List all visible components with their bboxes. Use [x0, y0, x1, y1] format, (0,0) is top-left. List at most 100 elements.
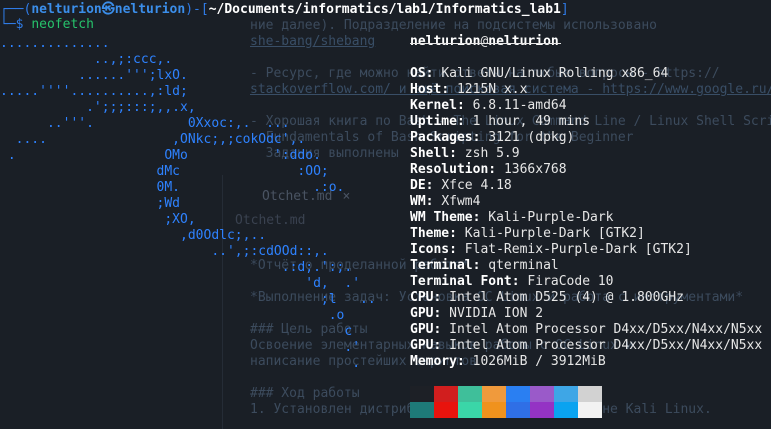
info-value: Kali GNU/Linux Rolling x86_64 [441, 66, 669, 81]
info-key: GPU [410, 338, 434, 353]
info-value: Flat-Remix-Purple-Dark [GTK2] [464, 242, 692, 257]
info-colon: : [472, 258, 489, 273]
logo-line: ;l .. [0, 292, 376, 307]
logo-line: ;XO, [0, 212, 196, 227]
info-row: Packages: 3121 (dpkg) [410, 130, 574, 146]
logo-line: dMc :OO; [0, 164, 329, 179]
info-row: WM: Xfwm4 [410, 194, 480, 210]
info-colon: : [449, 146, 465, 161]
info-row: Kernel: 6.8.11-amd64 [410, 98, 567, 114]
info-key: Icons [410, 242, 450, 257]
logo-line: .:d;.':;. [0, 260, 353, 275]
info-key: GPU [410, 322, 434, 337]
info-value: NVIDIA ION 2 [449, 306, 544, 321]
info-colon: : [472, 210, 489, 225]
palette-swatch [482, 386, 506, 402]
info-key: Terminal [410, 258, 473, 273]
prompt-arrow: └─$ [0, 17, 32, 32]
prompt-user: nelturion㉿nelturion [31, 2, 186, 17]
info-value: 1026MiB / 3912MiB [472, 354, 606, 369]
background-text-line: ние далее). Подразделение на подсистемы … [250, 18, 657, 33]
info-key: Shell [410, 146, 450, 161]
logo-line: .';;;:::;,,.x, [0, 100, 196, 115]
info-key: Kernel [410, 98, 457, 113]
info-value: 6.8.11-amd64 [472, 98, 567, 113]
logo-line: .o [0, 308, 345, 323]
palette-swatch [530, 402, 554, 418]
info-row: Terminal: qterminal [410, 258, 559, 274]
color-palette [410, 386, 602, 418]
editor-file-label: Otchet.md [235, 213, 306, 228]
info-colon: : [456, 354, 473, 369]
palette-swatch [578, 386, 602, 402]
info-host: nelturion [488, 34, 559, 49]
info-key: CPU [410, 290, 434, 305]
logo-line: 0M. .:o. [0, 180, 345, 195]
info-colon: : [511, 274, 528, 289]
logo-line: ..,;:ccc,. [0, 52, 173, 67]
palette-swatch [554, 402, 578, 418]
info-value: Xfce 4.18 [441, 178, 512, 193]
info-colon: : [472, 130, 489, 145]
info-value: Kali-Purple-Dark [488, 210, 614, 225]
info-user: nelturion [410, 34, 481, 49]
info-title: nelturion@nelturion [410, 34, 559, 50]
info-row: CPU: Intel Atom D525 (4) @ 1.800GHz [410, 290, 684, 306]
info-value: Intel Atom D525 (4) @ 1.800GHz [449, 290, 684, 305]
logo-line: .....''''..........,:ld; [0, 84, 188, 99]
logo-line: ..',;:cdOOd::,. [0, 244, 329, 259]
palette-swatch [554, 386, 578, 402]
info-colon: : [449, 226, 465, 241]
info-key: OS [410, 66, 426, 81]
logo-line: 'd, .' [0, 276, 361, 291]
info-row: Memory: 1026MiB / 3912MiB [410, 354, 606, 370]
info-colon: : [433, 322, 450, 337]
palette-swatch [578, 402, 602, 418]
palette-swatch [506, 402, 530, 418]
prompt-mid: )-[ [185, 2, 209, 17]
info-row: WM Theme: Kali-Purple-Dark [410, 210, 614, 226]
command-text: neofetch [31, 17, 94, 32]
palette-swatch [434, 386, 458, 402]
info-key: Resolution [410, 162, 489, 177]
command-line[interactable]: └─$ neofetch [0, 17, 94, 33]
info-key: Host [410, 82, 442, 97]
logo-line: ,d0Odlc;,.. [0, 228, 267, 243]
info-colon: : [449, 242, 465, 257]
prompt-path: ~/Documents/informatics/lab1/Informatics… [208, 2, 561, 17]
info-value: qterminal [488, 258, 559, 273]
palette-swatch [410, 402, 434, 418]
info-row: Theme: Kali-Purple-Dark [GTK2] [410, 226, 645, 242]
info-key: Theme [410, 226, 450, 241]
info-value: Kali-Purple-Dark [GTK2] [464, 226, 645, 241]
palette-swatch [410, 386, 434, 402]
info-row: Resolution: 1366x768 [410, 162, 567, 178]
logo-line: .' [0, 340, 361, 355]
info-row: Host: 1215N x.x [410, 82, 527, 98]
info-key: Terminal Font [410, 274, 512, 289]
logo-line: . OMo ':ddo. [0, 148, 321, 163]
palette-swatch [458, 386, 482, 402]
info-key: DE [410, 178, 426, 193]
info-row: OS: Kali GNU/Linux Rolling x86_64 [410, 66, 668, 82]
info-row: GPU: Intel Atom Processor D4xx/D5xx/N4xx… [410, 338, 762, 354]
info-row: GPU: NVIDIA ION 2 [410, 306, 543, 322]
info-colon: : [433, 306, 450, 321]
info-value: Xfwm4 [441, 194, 481, 209]
info-value: 1 hour, 49 mins [472, 114, 591, 129]
prompt-line: ┌──(nelturion㉿nelturion)-[~/Documents/in… [0, 2, 569, 18]
info-row: Uptime: 1 hour, 49 mins [410, 114, 590, 130]
info-colon: : [433, 338, 450, 353]
logo-line: ;Wd [0, 196, 181, 211]
info-key: WM [410, 194, 426, 209]
info-colon: : [441, 82, 457, 97]
palette-swatch [482, 402, 506, 418]
info-value: Intel Atom Processor D4xx/D5xx/N4xx/N5xx [449, 338, 763, 353]
info-key: WM Theme [410, 210, 473, 225]
info-key: Uptime [410, 114, 457, 129]
info-value: Intel Atom Processor D4xx/D5xx/N4xx/N5xx [449, 322, 763, 337]
palette-swatch [458, 402, 482, 418]
info-row: GPU: Intel Atom Processor D4xx/D5xx/N4xx… [410, 322, 762, 338]
info-key: Memory [410, 354, 457, 369]
logo-line: c [0, 324, 353, 339]
